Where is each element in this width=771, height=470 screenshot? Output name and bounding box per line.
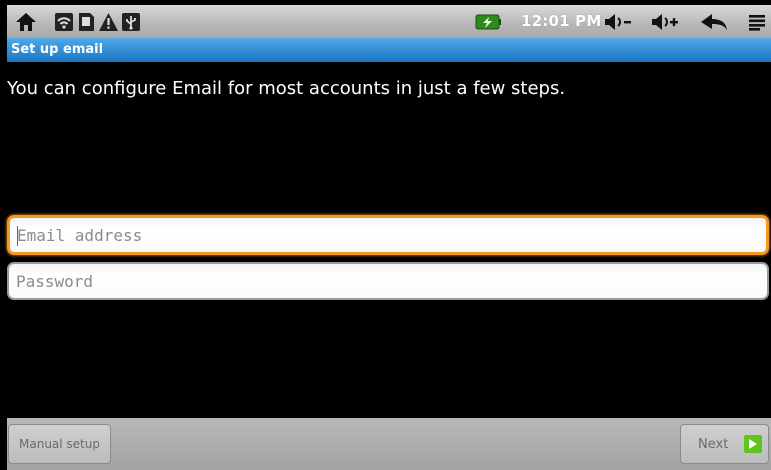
password-input[interactable] [9,264,767,298]
page-title: Set up email [11,42,104,57]
sd-card-icon [76,5,96,38]
manual-setup-label: Manual setup [19,437,100,451]
volume-up-icon[interactable] [648,5,682,38]
title-bar: Set up email [7,38,771,62]
back-icon[interactable] [697,5,731,38]
manual-setup-button[interactable]: Manual setup [8,424,111,464]
email-input[interactable] [10,218,766,252]
wifi-icon [53,5,75,38]
intro-text: You can configure Email for most account… [7,78,566,99]
password-field[interactable] [7,262,769,300]
home-icon[interactable] [13,5,39,38]
next-button[interactable]: Next [680,424,769,464]
next-label: Next [698,436,729,452]
warning-icon [97,5,119,38]
email-field[interactable] [7,215,769,255]
screen: 12:01 PM Set up email You can configure … [0,0,771,470]
menu-icon[interactable] [745,5,769,38]
status-bar: 12:01 PM [7,5,771,38]
battery-icon [473,5,503,38]
text-caret [17,226,18,246]
usb-icon [120,5,142,38]
arrow-right-icon [744,435,762,453]
volume-down-icon[interactable] [601,5,635,38]
bottom-button-bar: Manual setup Next [7,418,771,470]
clock: 12:01 PM [521,12,602,30]
